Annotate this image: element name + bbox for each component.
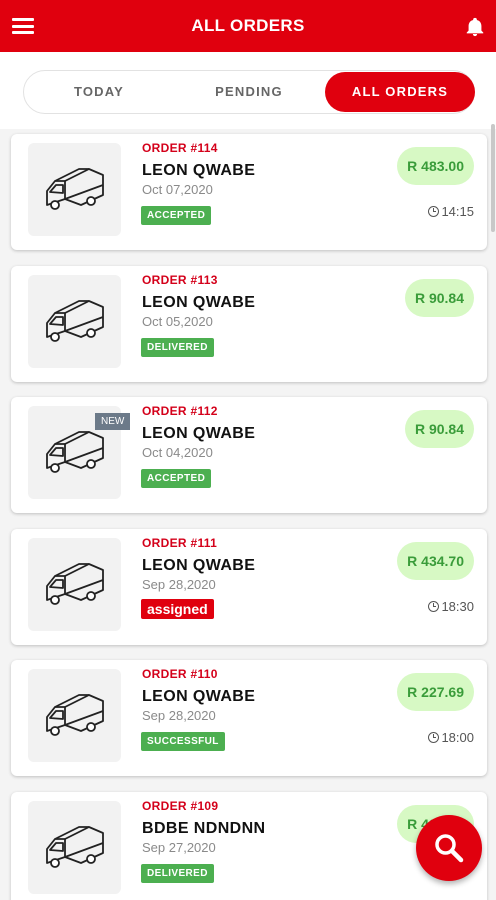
status-badge: DELIVERED	[141, 863, 214, 883]
delivery-van-icon	[46, 694, 104, 736]
order-date: Oct 04,2020	[142, 445, 213, 460]
tab-today[interactable]: TODAY	[24, 71, 174, 113]
order-card[interactable]: ORDER #110 LEON QWABE Sep 28,2020 SUCCESSFU…	[11, 660, 487, 776]
order-thumbnail	[28, 143, 121, 236]
order-date: Oct 05,2020	[142, 313, 213, 329]
clock-icon	[428, 732, 440, 743]
status-badge: DELIVERED	[141, 337, 214, 357]
time-text: 18:30	[441, 598, 474, 614]
time-text: 18:00	[441, 730, 474, 745]
delivery-van-icon	[46, 168, 104, 210]
price-badge: R 90.84	[404, 410, 474, 448]
order-date: Sep 28,2020	[142, 576, 216, 592]
order-time: 14:15	[428, 204, 474, 219]
order-time: 18:30	[428, 599, 474, 614]
search-button[interactable]	[416, 815, 482, 881]
customer-name: LEON QWABE	[142, 556, 256, 574]
clock-icon	[428, 206, 440, 217]
order-date: Oct 07,2020	[142, 182, 213, 197]
price-badge: R 434.70	[397, 541, 474, 580]
order-date: Sep 27,2020	[142, 839, 216, 855]
app-bar: ALL ORDERS	[0, 0, 496, 52]
delivery-van-icon	[46, 825, 104, 868]
order-number: ORDER #110	[142, 667, 218, 681]
order-date: Sep 28,2020	[142, 708, 216, 723]
order-number: ORDER #111	[142, 535, 218, 550]
customer-name: BDBE NDNDNN	[142, 819, 266, 837]
new-badge: NEW	[95, 413, 131, 430]
order-card[interactable]: NEW ORDER #112 LEON QWABE Oct 04,2020 ACCEPT…	[11, 397, 487, 513]
tabs-bar: TODAY PENDING ALL ORDERS	[0, 52, 496, 129]
tab-all-orders[interactable]: ALL ORDERS	[325, 72, 475, 112]
order-number: ORDER #112	[142, 404, 218, 418]
order-list: ORDER #114 LEON QWABE Oct 07,2020 ACCEPTED R…	[0, 129, 496, 900]
page-title: ALL ORDERS	[191, 16, 305, 35]
order-number: ORDER #113	[142, 272, 218, 287]
price-badge: R 227.69	[397, 673, 474, 711]
order-thumbnail	[28, 669, 121, 762]
order-thumbnail	[28, 800, 121, 894]
customer-name: LEON QWABE	[142, 425, 256, 442]
time-text: 14:15	[441, 204, 474, 219]
order-card[interactable]: ORDER #111 LEON QWABE Sep 28,2020 assigned R…	[11, 528, 487, 645]
order-number: ORDER #114	[142, 141, 218, 155]
order-card[interactable]: ORDER #113 LEON QWABE Oct 05,2020 DELIVERED…	[11, 265, 487, 382]
order-thumbnail	[28, 537, 121, 631]
delivery-van-icon	[46, 299, 104, 342]
delivery-van-icon	[46, 562, 104, 605]
tab-switcher: TODAY PENDING ALL ORDERS	[23, 70, 475, 114]
status-badge: ACCEPTED	[141, 206, 212, 225]
order-card[interactable]: ORDER #114 LEON QWABE Oct 07,2020 ACCEPTED R…	[11, 134, 487, 250]
tab-pending[interactable]: PENDING	[174, 71, 324, 113]
delivery-van-icon	[46, 431, 104, 473]
customer-name: LEON QWABE	[142, 293, 256, 311]
order-time: 18:00	[428, 730, 474, 745]
status-badge: ACCEPTED	[141, 469, 212, 488]
clock-icon	[428, 600, 440, 612]
status-badge: SUCCESSFUL	[141, 732, 225, 751]
customer-name: LEON QWABE	[142, 688, 256, 705]
customer-name: LEON QWABE	[142, 162, 256, 179]
scrollbar[interactable]	[491, 124, 495, 232]
order-thumbnail	[28, 274, 121, 368]
search-icon	[435, 834, 464, 863]
order-thumbnail: NEW	[28, 406, 131, 499]
price-badge: R 483.00	[397, 147, 474, 185]
price-badge: R 90.84	[404, 278, 474, 317]
status-badge: assigned	[141, 598, 214, 619]
order-number: ORDER #109	[142, 798, 219, 813]
bell-icon[interactable]	[464, 15, 486, 39]
